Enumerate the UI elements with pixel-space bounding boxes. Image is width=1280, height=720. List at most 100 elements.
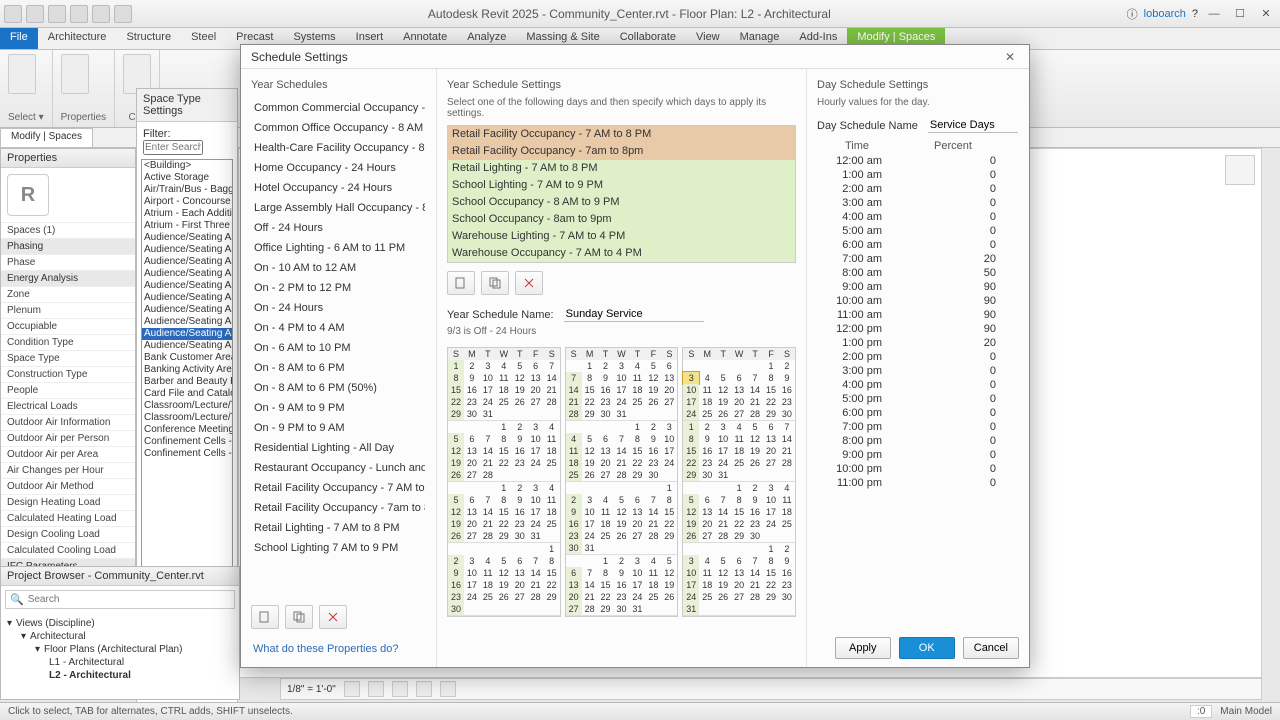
hour-row[interactable]: 3:00 am0 (818, 196, 1018, 210)
tree-floor-plans[interactable]: ▾ Floor Plans (Architectural Plan) (7, 643, 233, 656)
qat-undo[interactable] (70, 5, 88, 23)
space-type-item[interactable]: Banking Activity Area (142, 364, 232, 376)
info-icon[interactable]: ⓘ (1127, 6, 1138, 22)
hour-row[interactable]: 2:00 pm0 (818, 350, 1018, 364)
prop-group-header[interactable]: Energy Analysis (1, 270, 135, 286)
day-schedule-item[interactable]: Warehouse Lighting - 7 AM to 4 PM (448, 228, 795, 245)
year-calendar[interactable]: SMTWTFS123456789101112131415161718192021… (447, 347, 796, 617)
year-schedules-list[interactable]: Common Commercial Occupancy - 7 ACommon … (251, 97, 426, 597)
schedule-item[interactable]: On - 8 AM to 6 PM (252, 358, 425, 378)
space-type-item[interactable]: Barber and Beauty Parlo (142, 376, 232, 388)
space-type-item[interactable]: Audience/Seating Area (142, 328, 232, 340)
hour-row[interactable]: 8:00 am50 (818, 266, 1018, 280)
ribbon-tab-file[interactable]: File (0, 28, 38, 49)
schedule-item[interactable]: Retail Facility Occupancy - 7am to 8p (252, 498, 425, 518)
schedule-new-button[interactable] (251, 605, 279, 629)
browser-search-input[interactable] (28, 594, 230, 605)
view-cube[interactable] (1225, 155, 1255, 185)
close-button[interactable]: ✕ (1256, 6, 1276, 22)
help-icon[interactable]: ? (1192, 8, 1198, 20)
schedule-item[interactable]: On - 10 AM to 12 AM (252, 258, 425, 278)
tree-architectural[interactable]: ▾ Architectural (7, 630, 233, 643)
prop-row[interactable]: Calculated Cooling Load (1, 542, 135, 558)
hour-row[interactable]: 2:00 am0 (818, 182, 1018, 196)
prop-group-header[interactable]: Phasing (1, 238, 135, 254)
shadows[interactable] (416, 681, 432, 697)
space-type-item[interactable]: Audience/Seating Area (142, 256, 232, 268)
prop-row[interactable]: Occupiable (1, 318, 135, 334)
prop-row[interactable]: Plenum (1, 302, 135, 318)
tree-l1[interactable]: L1 - Architectural (7, 656, 233, 669)
hour-row[interactable]: 11:00 pm0 (818, 476, 1018, 490)
revit-logo[interactable] (4, 5, 22, 23)
day-schedules-list[interactable]: Retail Facility Occupancy - 7 AM to 8 PM… (447, 125, 796, 263)
space-type-item[interactable]: Airport - Concourse (142, 196, 232, 208)
space-type-item[interactable]: Audience/Seating Area (142, 268, 232, 280)
schedule-item[interactable]: On - 6 AM to 10 PM (252, 338, 425, 358)
space-type-item[interactable]: Confinement Cells - Peni (142, 448, 232, 460)
hour-row[interactable]: 1:00 am0 (818, 168, 1018, 182)
selection-count[interactable]: :0 (1190, 705, 1212, 718)
hour-row[interactable]: 5:00 am0 (818, 224, 1018, 238)
tree-l2[interactable]: L2 - Architectural (7, 669, 233, 682)
qat-open[interactable] (26, 5, 44, 23)
prop-row[interactable]: Outdoor Air per Area (1, 446, 135, 462)
prop-row[interactable]: Phase (1, 254, 135, 270)
day-new-button[interactable] (447, 271, 475, 295)
schedule-item[interactable]: On - 8 AM to 6 PM (50%) (252, 378, 425, 398)
ysn-input[interactable] (564, 307, 704, 322)
schedule-item[interactable]: Residential Lighting - All Day (252, 438, 425, 458)
schedule-item[interactable]: On - 2 PM to 12 PM (252, 278, 425, 298)
user-name[interactable]: loboarch (1144, 8, 1186, 20)
qat-print[interactable] (114, 5, 132, 23)
help-link[interactable]: What do these Properties do? (251, 637, 426, 661)
hour-row[interactable]: 1:00 pm20 (818, 336, 1018, 350)
prop-row[interactable]: Calculated Heating Load (1, 510, 135, 526)
cancel-button[interactable]: Cancel (963, 637, 1019, 659)
hour-row[interactable]: 7:00 am20 (818, 252, 1018, 266)
hour-row[interactable]: 6:00 am0 (818, 238, 1018, 252)
prop-row[interactable]: Construction Type (1, 366, 135, 382)
hour-row[interactable]: 11:00 am90 (818, 308, 1018, 322)
space-type-item[interactable]: Active Storage (142, 172, 232, 184)
hour-row[interactable]: 10:00 am90 (818, 294, 1018, 308)
ribbon-tab-architecture[interactable]: Architecture (38, 28, 117, 49)
schedule-item[interactable]: Health-Care Facility Occupancy - 8 A (252, 138, 425, 158)
detail-level[interactable] (344, 681, 360, 697)
filter-input[interactable] (143, 140, 203, 155)
hour-row[interactable]: 12:00 pm90 (818, 322, 1018, 336)
prop-row[interactable]: Electrical Loads (1, 398, 135, 414)
space-type-item[interactable]: Card File and Cataloguin (142, 388, 232, 400)
schedule-item[interactable]: On - 9 AM to 9 PM (252, 398, 425, 418)
day-schedule-item[interactable]: School Occupancy - 8 AM to 9 PM (448, 194, 795, 211)
day-schedule-item[interactable]: Retail Facility Occupancy - 7 AM to 8 PM (448, 126, 795, 143)
schedule-item[interactable]: Common Commercial Occupancy - 7 A (252, 98, 425, 118)
dsn-input[interactable] (928, 118, 1018, 133)
properties-tool[interactable] (61, 54, 89, 94)
spaces-count[interactable]: Spaces (1) (1, 222, 135, 238)
schedule-item[interactable]: Home Occupancy - 24 Hours (252, 158, 425, 178)
hour-row[interactable]: 4:00 pm0 (818, 378, 1018, 392)
day-schedule-item[interactable]: School Occupancy - 8am to 9pm (448, 211, 795, 228)
space-type-item[interactable]: Confinement Cells - Cou (142, 436, 232, 448)
prop-row[interactable]: Outdoor Air Information (1, 414, 135, 430)
prop-row[interactable]: Air Changes per Hour (1, 462, 135, 478)
space-type-item[interactable]: Atrium - First Three Floo (142, 220, 232, 232)
type-selector[interactable]: R (7, 174, 49, 216)
schedule-delete-button[interactable] (319, 605, 347, 629)
space-type-item[interactable]: Audience/Seating Area (142, 304, 232, 316)
prop-row[interactable]: People (1, 382, 135, 398)
prop-row[interactable]: Design Heating Load (1, 494, 135, 510)
space-type-item[interactable]: Atrium - Each Additional (142, 208, 232, 220)
schedule-item[interactable]: Retail Facility Occupancy - 7 AM to 8 (252, 478, 425, 498)
schedule-item[interactable]: Retail Lighting - 7 AM to 8 PM (252, 518, 425, 538)
browser-search[interactable]: 🔍 (5, 590, 235, 609)
schedule-item[interactable]: Common Office Occupancy - 8 AM to (252, 118, 425, 138)
context-tab-modify-spaces[interactable]: Modify | Spaces (0, 128, 93, 147)
hour-row[interactable]: 3:00 pm0 (818, 364, 1018, 378)
schedule-item[interactable]: School Lighting 7 AM to 9 PM (252, 538, 425, 558)
space-type-item[interactable]: Audience/Seating Area (142, 232, 232, 244)
prop-row[interactable]: Condition Type (1, 334, 135, 350)
day-schedule-item[interactable]: Retail Lighting - 7 AM to 8 PM (448, 160, 795, 177)
prop-row[interactable]: Design Cooling Load (1, 526, 135, 542)
